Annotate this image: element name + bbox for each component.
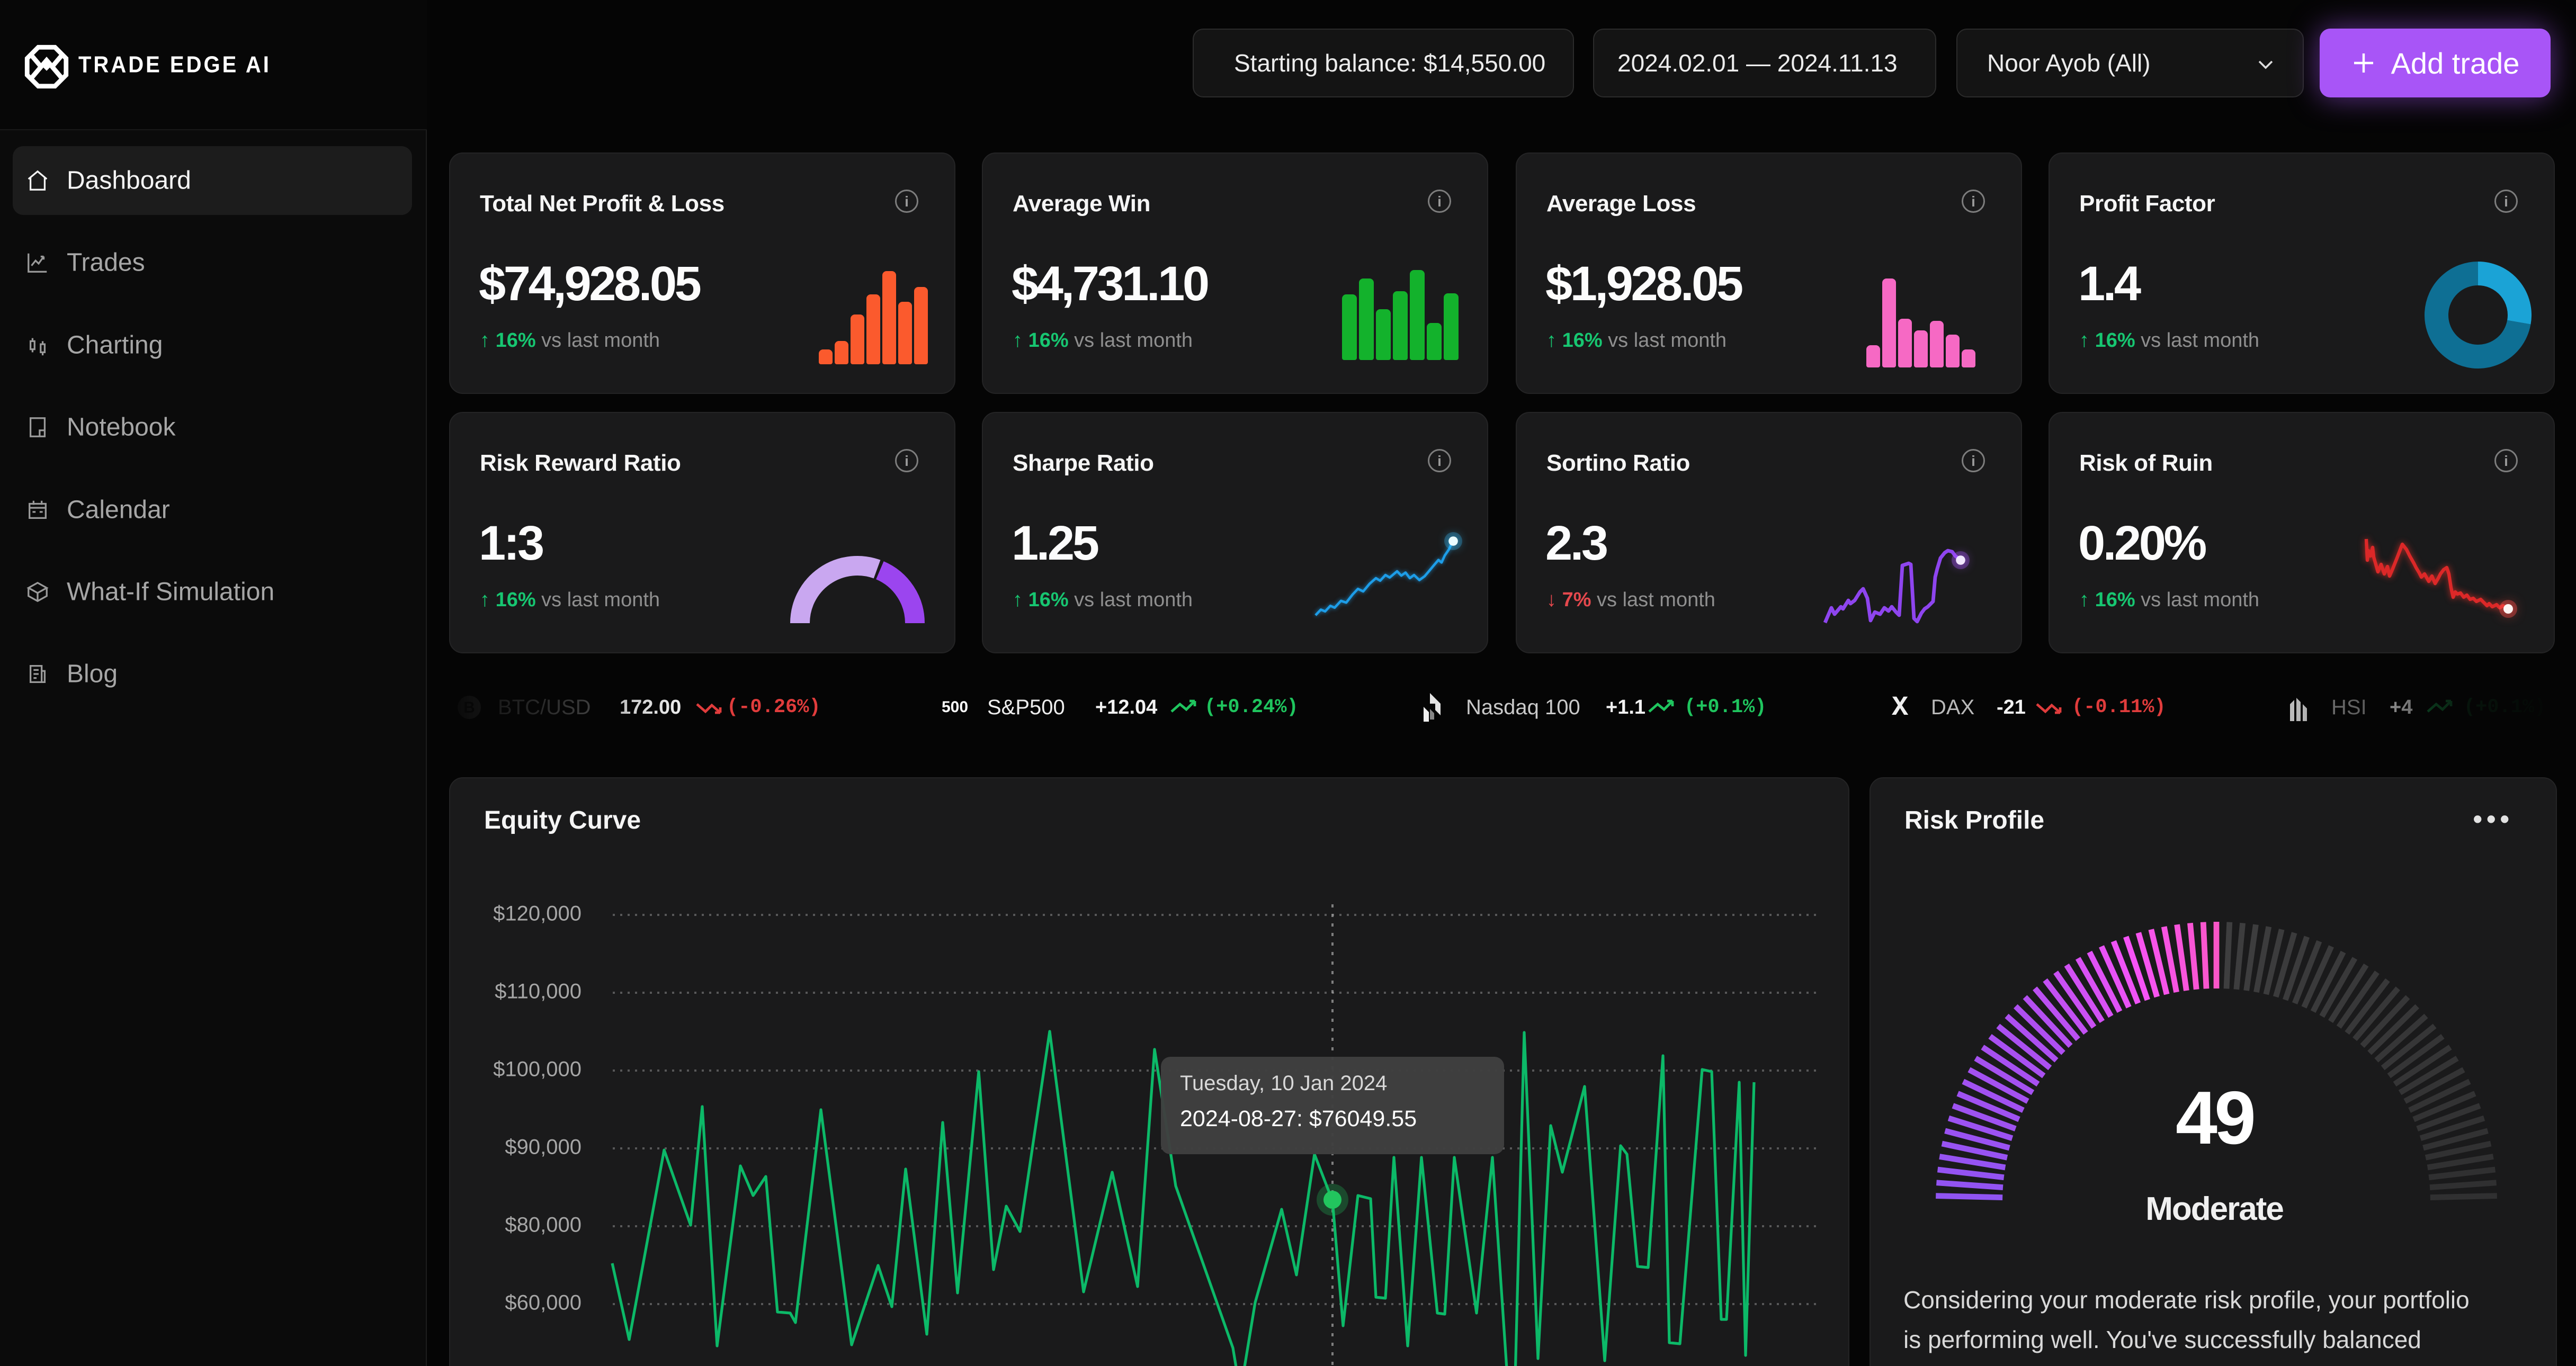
svg-text:B: B (463, 699, 475, 716)
